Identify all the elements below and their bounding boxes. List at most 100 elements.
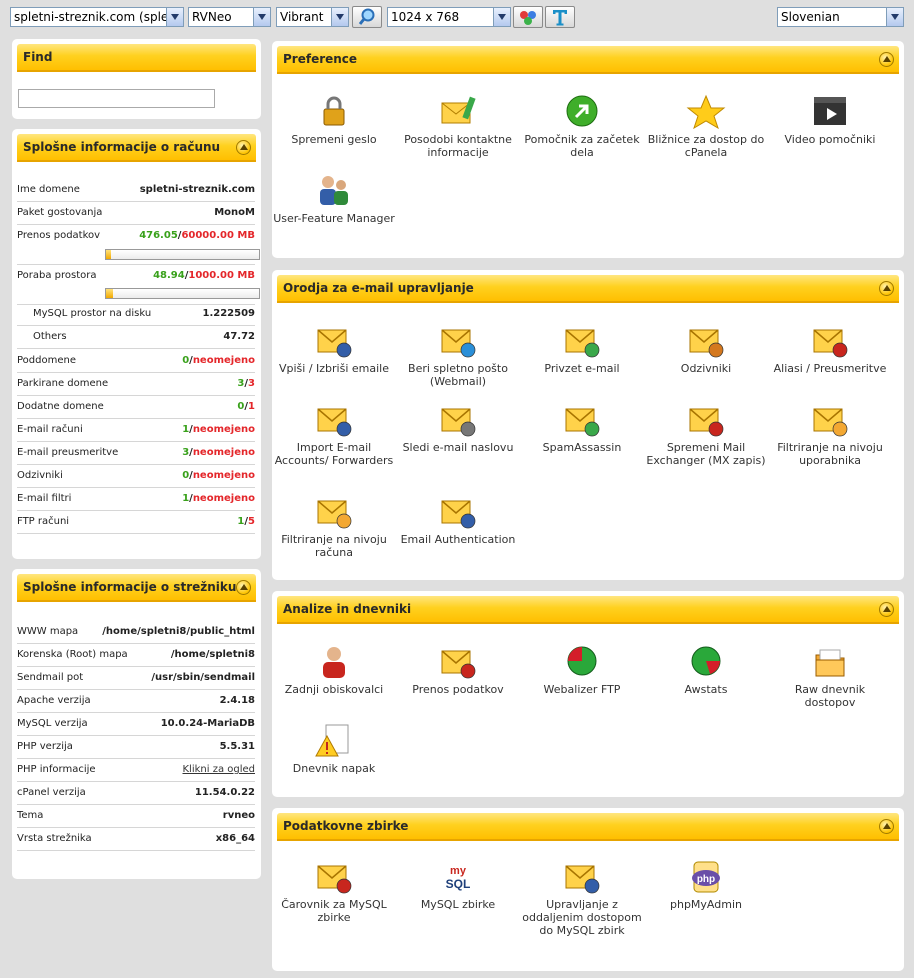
find-input[interactable] bbox=[18, 89, 215, 108]
row-value: 47.72 bbox=[223, 331, 255, 342]
databases-item[interactable]: Čarovnik za MySQL zbirke bbox=[272, 858, 396, 924]
text-size-button[interactable] bbox=[545, 6, 575, 28]
item-label: Odzivniki bbox=[680, 362, 732, 375]
theme-select[interactable]: RVNeo bbox=[188, 7, 271, 27]
preference-item[interactable]: Spremeni geslo bbox=[272, 93, 396, 146]
email-item[interactable]: Filtriranje na nivoju računa bbox=[272, 493, 396, 559]
search-button[interactable] bbox=[352, 6, 382, 28]
email-item[interactable]: Beri spletno pošto (Webmail) bbox=[396, 322, 520, 388]
info-row-server: cPanel verzija 11.54.0.22 bbox=[17, 782, 255, 805]
row-value: 48.94/1000.00 MB bbox=[153, 270, 255, 281]
item-label: Aliasi / Preusmeritve bbox=[773, 362, 887, 375]
text-icon bbox=[553, 10, 567, 26]
email-header: Orodja za e-mail upravljanje bbox=[277, 275, 899, 303]
row-label: Prenos podatkov bbox=[17, 230, 101, 241]
preference-item[interactable]: Video pomočniki bbox=[768, 93, 892, 146]
language-select[interactable]: Slovenian bbox=[777, 7, 904, 27]
email-item[interactable]: Import E-mail Accounts/ Forwarders bbox=[272, 401, 396, 467]
awstats-icon bbox=[691, 646, 721, 676]
collapse-icon[interactable] bbox=[236, 140, 251, 155]
collapse-icon[interactable] bbox=[879, 52, 894, 67]
databases-item[interactable]: my SQL MySQL zbirke bbox=[396, 858, 520, 911]
email-item[interactable]: Filtriranje na nivoju uporabnika bbox=[768, 401, 892, 467]
svg-text:my: my bbox=[450, 865, 467, 877]
trace-icon bbox=[441, 408, 476, 437]
users-icon bbox=[320, 176, 348, 205]
resolution-select[interactable]: 1024 x 768 bbox=[387, 7, 511, 27]
row-label: Poraba prostora bbox=[17, 270, 97, 281]
row-label: Dodatne domene bbox=[17, 401, 104, 412]
preference-item[interactable]: Bližnice za dostop do cPanela bbox=[644, 93, 768, 159]
email-item[interactable]: Aliasi / Preusmeritve bbox=[768, 322, 892, 375]
email-item[interactable]: SpamAssassin bbox=[520, 401, 644, 454]
php-info-link[interactable]: Klikni za ogled bbox=[183, 764, 256, 775]
row-value: 0/neomejeno bbox=[182, 470, 255, 481]
chevron-down-icon bbox=[493, 8, 510, 26]
row-value: /home/spletni8/public_html bbox=[102, 626, 255, 637]
collapse-icon[interactable] bbox=[879, 602, 894, 617]
chevron-down-icon bbox=[886, 8, 903, 26]
collapse-icon[interactable] bbox=[879, 819, 894, 834]
logs-item[interactable]: Zadnji obiskovalci bbox=[272, 643, 396, 696]
raw-log-icon bbox=[815, 649, 845, 677]
preference-item[interactable]: User-Feature Manager bbox=[272, 172, 396, 225]
style-select[interactable]: Vibrant bbox=[276, 7, 349, 27]
databases-item[interactable]: php phpMyAdmin bbox=[644, 858, 768, 911]
logs-item[interactable]: Prenos podatkov bbox=[396, 643, 520, 696]
row-value: 3/3 bbox=[237, 378, 255, 389]
row-value: 10.0.24-MariaDB bbox=[160, 718, 255, 729]
item-label: User-Feature Manager bbox=[273, 212, 395, 225]
info-row-server: Vrsta strežnika x86_64 bbox=[17, 828, 255, 851]
domain-select[interactable]: spletni-streznik.com (spletni8) bbox=[10, 7, 184, 27]
item-label: Upravljanje z oddaljenim dostopom do MyS… bbox=[522, 898, 642, 937]
preference-panel: Preference Spremeni geslo Posodobi kontak… bbox=[272, 41, 904, 258]
email-item[interactable]: Vpiši / Izbriši emaile bbox=[272, 322, 396, 375]
row-label: E-mail računi bbox=[17, 424, 83, 435]
item-label: Video pomočniki bbox=[784, 133, 876, 146]
collapse-icon[interactable] bbox=[879, 281, 894, 296]
preference-item[interactable]: Pomočnik za začetek dela bbox=[520, 93, 644, 159]
logs-item[interactable]: Raw dnevnik dostopov bbox=[768, 643, 892, 709]
info-row-count: Parkirane domene 3/3 bbox=[17, 373, 255, 396]
item-label: Spremeni geslo bbox=[291, 133, 377, 146]
mysql-icon: mySQL bbox=[446, 865, 471, 891]
item-label: Spremeni Mail Exchanger (MX zapis) bbox=[646, 441, 766, 467]
row-label: MySQL verzija bbox=[17, 718, 88, 729]
item-label: Email Authentication bbox=[400, 533, 516, 546]
row-label: MySQL prostor na disku bbox=[33, 308, 152, 319]
collapse-icon[interactable] bbox=[236, 580, 251, 595]
info-row-domain: Ime domene spletni-streznik.com bbox=[17, 179, 255, 202]
item-label: Webalizer FTP bbox=[543, 683, 621, 696]
getting-started-icon bbox=[566, 95, 598, 127]
row-value: 11.54.0.22 bbox=[194, 787, 255, 798]
row-label: Apache verzija bbox=[17, 695, 91, 706]
row-label: PHP informacije bbox=[17, 764, 96, 775]
email-item[interactable]: Spremeni Mail Exchanger (MX zapis) bbox=[644, 401, 768, 467]
logs-item[interactable]: Awstats bbox=[644, 643, 768, 696]
theme-select-value: RVNeo bbox=[192, 10, 232, 24]
reset-layout-button[interactable] bbox=[513, 6, 543, 28]
item-label: Awstats bbox=[684, 683, 728, 696]
row-label: Korenska (Root) mapa bbox=[17, 649, 128, 660]
email-item[interactable]: Odzivniki bbox=[644, 322, 768, 375]
email-item[interactable]: Email Authentication bbox=[396, 493, 520, 546]
bandwidth-progress-bar bbox=[105, 249, 260, 260]
email-panel: Orodja za e-mail upravljanje Vpiši / Izb… bbox=[272, 270, 904, 580]
logs-item[interactable]: Webalizer FTP bbox=[520, 643, 644, 696]
databases-item[interactable]: Upravljanje z oddaljenim dostopom do MyS… bbox=[520, 858, 644, 937]
preference-item[interactable]: Posodobi kontaktne informacije bbox=[396, 93, 520, 159]
item-label: Zadnji obiskovalci bbox=[284, 683, 384, 696]
import-icon bbox=[317, 408, 352, 437]
row-value: /usr/sbin/sendmail bbox=[151, 672, 255, 683]
default-address-icon bbox=[565, 329, 600, 358]
logs-item[interactable]: Dnevnik napak bbox=[272, 722, 396, 775]
mx-icon bbox=[689, 408, 724, 437]
email-item[interactable]: Sledi e-mail naslovu bbox=[396, 401, 520, 454]
row-label: WWW mapa bbox=[17, 626, 79, 637]
info-row-count: E-mail računi 1/neomejeno bbox=[17, 419, 255, 442]
user-filter-icon bbox=[813, 408, 848, 437]
email-item[interactable]: Privzet e-mail bbox=[520, 322, 644, 375]
row-label: E-mail preusmeritve bbox=[17, 447, 119, 458]
contact-info-icon bbox=[441, 96, 476, 124]
row-label: Poddomene bbox=[17, 355, 76, 366]
